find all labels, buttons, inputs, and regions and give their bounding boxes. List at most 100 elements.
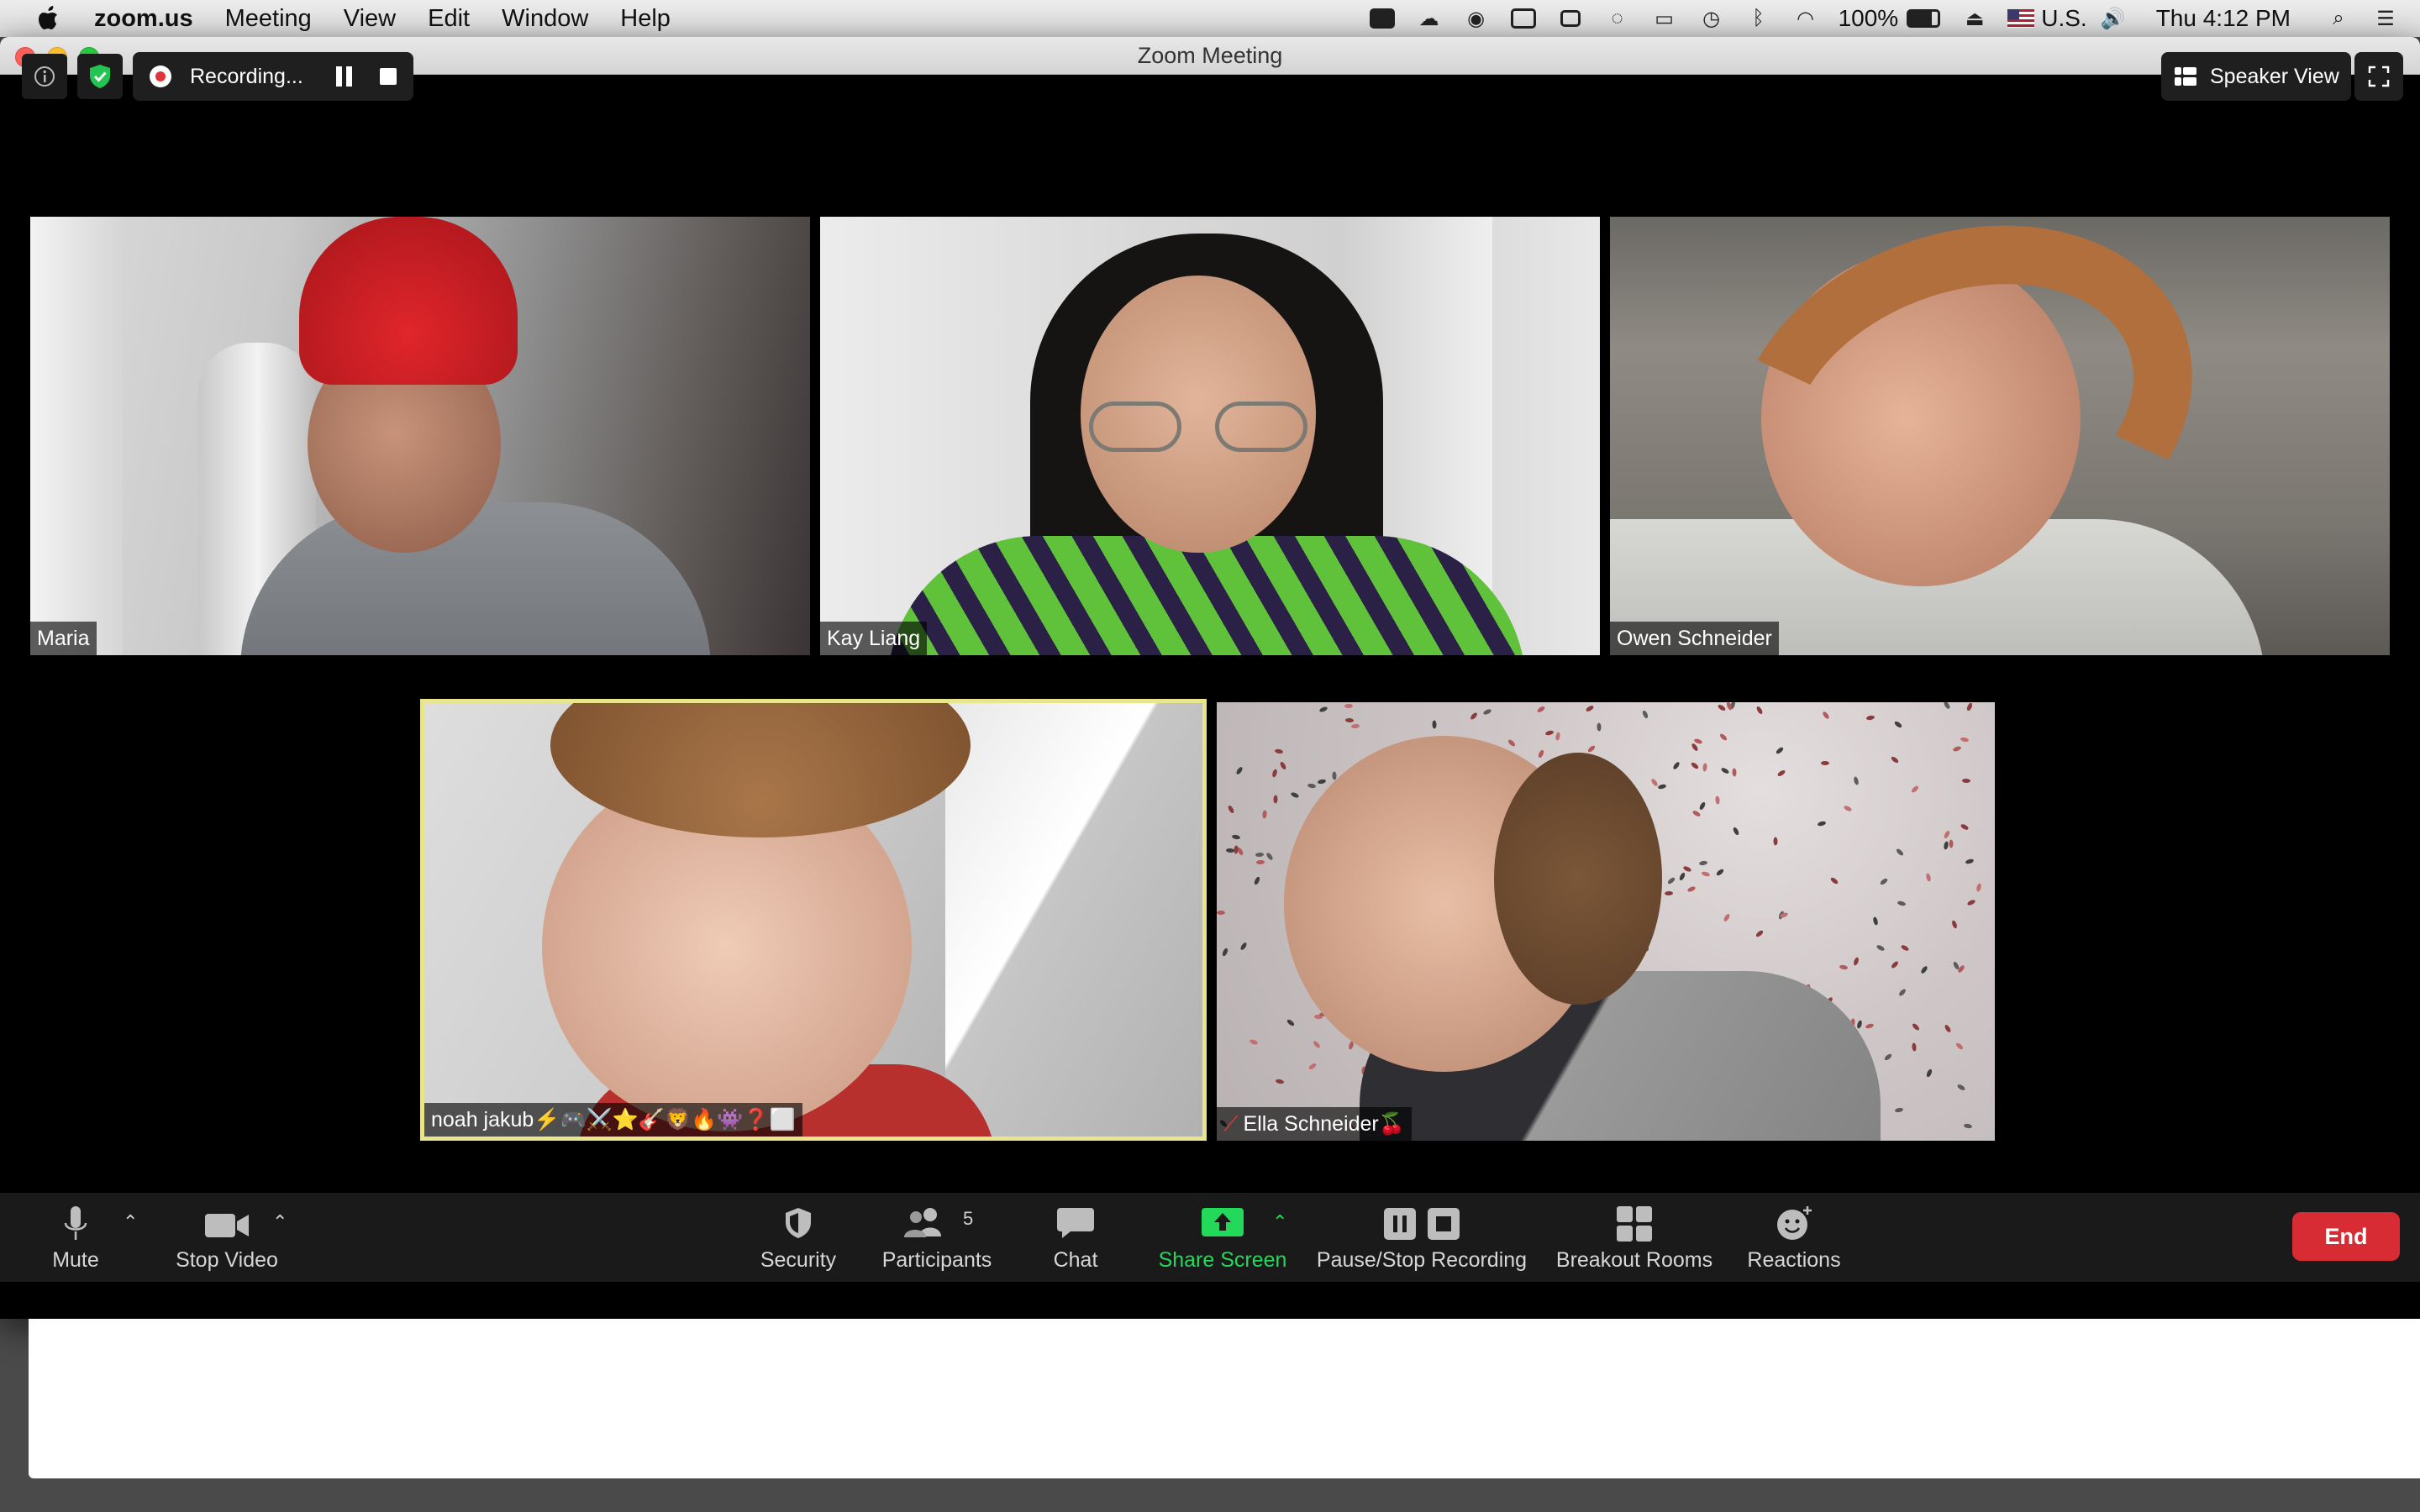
wallpaper-butterfly (1537, 748, 1545, 759)
wallpaper-butterfly (1702, 762, 1707, 772)
shield-check-icon (90, 65, 110, 88)
share-options-caret-icon[interactable]: ⌃ (1272, 1211, 1287, 1233)
end-meeting-button[interactable]: End (2292, 1212, 2400, 1261)
recording-dot-icon (150, 66, 171, 87)
apple-icon[interactable] (32, 2, 66, 35)
meeting-toolbar: Mute ⌃ Stop Video ⌃ Security 5 Participa… (0, 1193, 2420, 1282)
wallpaper-butterfly (1686, 885, 1697, 893)
input-source[interactable]: U.S. (2041, 5, 2086, 32)
participant-name: Kay Liang (820, 622, 928, 655)
display-icon[interactable]: ▭ (1650, 6, 1679, 31)
wallpaper-butterfly (1221, 947, 1228, 957)
wallpaper-butterfly (1664, 890, 1674, 896)
wifi-icon[interactable]: ◠ (1791, 6, 1820, 31)
menu-clock[interactable]: Thu 4:12 PM (2156, 5, 2291, 32)
wallpaper-butterfly (1956, 1083, 1966, 1091)
wallpaper-butterfly (1900, 943, 1910, 953)
notification-center-icon[interactable]: ☰ (2371, 6, 2400, 31)
video-tile-noah-jakub-active-speaker[interactable]: noah jakub⚡🎮⚔️⭐🎸🦁🔥👾❓⬜ (420, 699, 1207, 1141)
wallpaper-butterfly (1312, 1039, 1322, 1049)
wallpaper-butterfly (1943, 1023, 1952, 1033)
participants-button[interactable]: 5 Participants (874, 1193, 1000, 1282)
wallpaper-butterfly (1227, 805, 1235, 815)
wallpaper-butterfly (1255, 860, 1265, 865)
wallpaper-butterfly (1318, 706, 1328, 714)
wallpaper-butterfly (1432, 720, 1438, 729)
bluetooth-icon[interactable]: ᛒ (1744, 6, 1773, 31)
zoom-tray-icon[interactable] (1368, 6, 1397, 31)
video-tile-maria[interactable]: Maria (30, 217, 810, 655)
wallpaper-butterfly (1671, 761, 1681, 771)
menu-window[interactable]: Window (502, 5, 588, 33)
breakout-rooms-grid-icon (1617, 1206, 1652, 1242)
video-tile-ella-schneider[interactable]: ⟋ Ella Schneider🍒 (1217, 702, 1995, 1141)
wallpaper-butterfly (1773, 837, 1778, 846)
chat-button[interactable]: Chat (1025, 1193, 1126, 1282)
wallpaper-butterfly (1879, 877, 1889, 886)
wallpaper-butterfly (1822, 710, 1831, 720)
menu-meeting[interactable]: Meeting (225, 5, 312, 33)
time-machine-icon[interactable]: ◷ (1697, 6, 1726, 31)
wallpaper-butterfly (1754, 929, 1765, 939)
spotlight-icon[interactable]: ⌕ (2324, 6, 2353, 31)
wallpaper-butterfly (1255, 853, 1265, 858)
share-screen-button[interactable]: Share Screen (1151, 1193, 1294, 1282)
eject-icon[interactable]: ⏏ (1960, 6, 1989, 31)
menu-view[interactable]: View (344, 5, 396, 33)
reactions-button[interactable]: Reactions (1739, 1193, 1849, 1282)
wallpaper-butterfly (1239, 941, 1248, 951)
encryption-button[interactable] (77, 54, 123, 99)
wallpaper-butterfly (1275, 748, 1284, 754)
speaker-view-label: Speaker View (2210, 65, 2339, 88)
wallpaper-butterfly (1317, 779, 1327, 785)
creative-cloud-icon[interactable]: ☁ (1415, 6, 1444, 31)
recording-indicator: Recording... (133, 52, 413, 101)
hair (1494, 753, 1662, 1005)
pause-stop-recording-button[interactable]: Pause/Stop Recording (1313, 1193, 1531, 1282)
meeting-info-button[interactable] (22, 54, 67, 99)
screen-icon[interactable] (1509, 6, 1538, 31)
breakout-rooms-button[interactable]: Breakout Rooms (1555, 1193, 1714, 1282)
mute-button[interactable]: Mute (34, 1193, 118, 1282)
wallpaper-butterfly (1536, 705, 1546, 714)
stop-recording-button[interactable] (380, 68, 397, 85)
flag-icon[interactable] (2007, 9, 2035, 28)
wallpaper-butterfly (1690, 761, 1700, 770)
participant-name: Owen Schneider (1610, 622, 1779, 655)
chat-bubble-icon (1057, 1208, 1094, 1238)
wallpaper-butterfly (1843, 805, 1853, 813)
ceiling-corner (945, 703, 1202, 1137)
menu-edit[interactable]: Edit (428, 5, 470, 33)
security-button[interactable]: Security (748, 1193, 849, 1282)
wallpaper-butterfly (1775, 746, 1785, 755)
volume-icon[interactable]: 🔊 (2099, 6, 2128, 31)
fullscreen-button[interactable] (2354, 52, 2403, 101)
chat-label: Chat (1053, 1248, 1098, 1272)
wallpaper-butterfly (1290, 791, 1300, 800)
reactions-smiley-icon (1777, 1206, 1812, 1240)
audio-options-caret-icon[interactable]: ⌃ (123, 1211, 138, 1233)
dnd-icon[interactable]: ◌ (1603, 6, 1632, 31)
recording-label: Recording... (190, 65, 303, 88)
wallpaper-butterfly (1893, 720, 1903, 729)
wallpaper-butterfly (1961, 778, 1971, 783)
security-shield-icon (786, 1208, 811, 1238)
wallpaper-butterfly (1943, 702, 1952, 710)
wallpaper-butterfly (1912, 1022, 1921, 1032)
battery-icon[interactable] (1905, 6, 1942, 31)
pause-recording-button[interactable] (334, 66, 355, 87)
speaker-view-button[interactable]: Speaker View (2161, 52, 2351, 101)
disc-icon[interactable]: ◉ (1462, 6, 1491, 31)
mute-label: Mute (52, 1248, 99, 1272)
video-tile-owen-schneider[interactable]: Owen Schneider (1610, 217, 2390, 655)
video-tile-kay-liang[interactable]: Kay Liang (820, 217, 1600, 655)
video-options-caret-icon[interactable]: ⌃ (272, 1211, 287, 1233)
menu-help[interactable]: Help (620, 5, 671, 33)
wallpaper-butterfly (1954, 1042, 1965, 1052)
copy-icon[interactable] (1556, 6, 1585, 31)
wallpaper-butterfly (1678, 871, 1686, 881)
window-light (30, 217, 123, 655)
menu-app-name[interactable]: zoom.us (94, 5, 193, 33)
stop-video-button[interactable]: Stop Video (168, 1193, 286, 1282)
wallpaper-butterfly (1275, 1079, 1285, 1085)
